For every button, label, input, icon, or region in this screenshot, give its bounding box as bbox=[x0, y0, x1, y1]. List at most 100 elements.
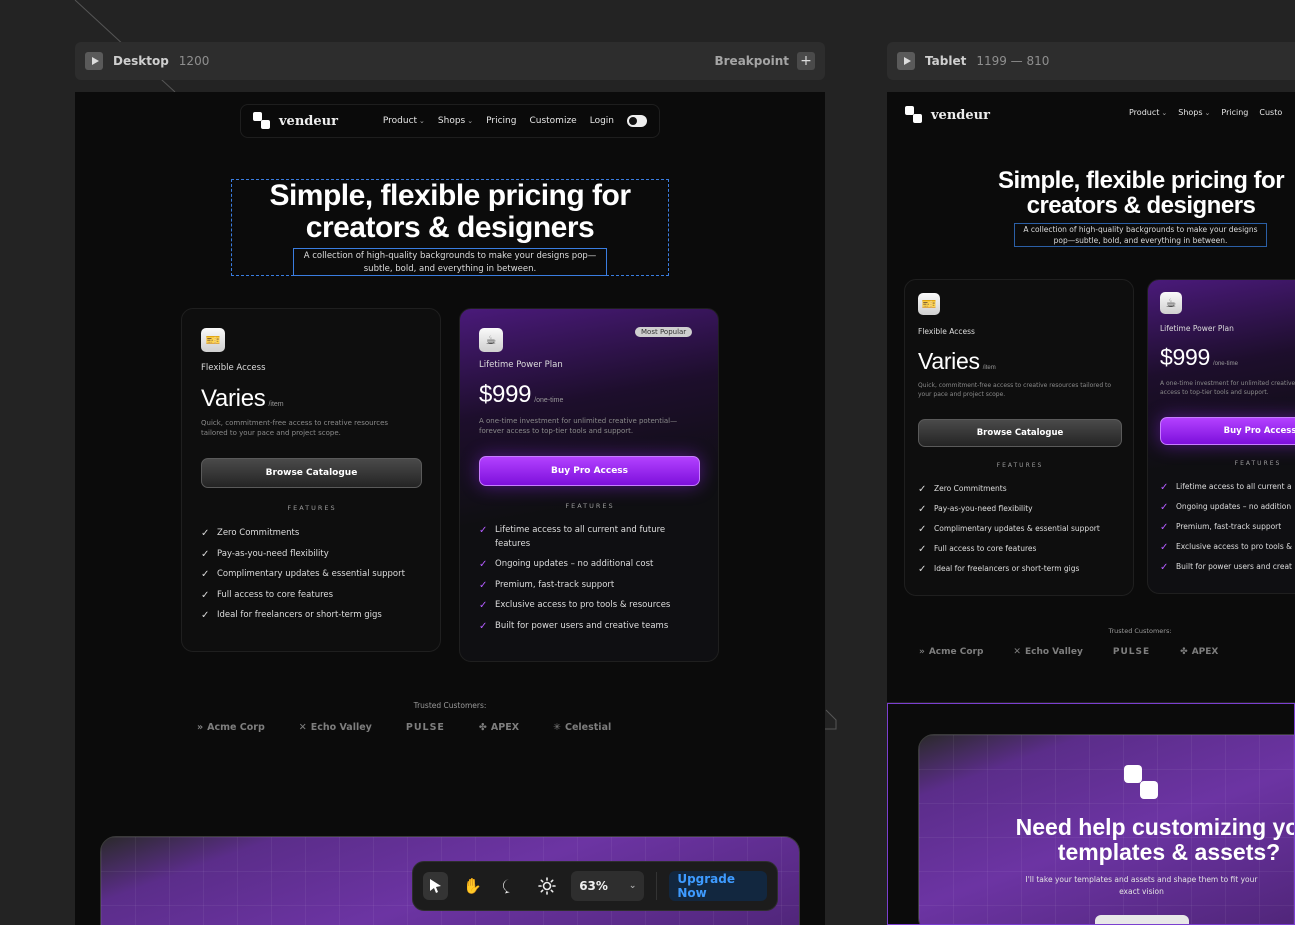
check-icon: ✓ bbox=[1160, 542, 1169, 553]
chevron-down-icon: ⌄ bbox=[1204, 109, 1211, 117]
celestial-icon: ✳ bbox=[553, 722, 561, 733]
hero-subtitle: A collection of high-quality backgrounds… bbox=[293, 248, 607, 276]
hero-subtitle: A collection of high-quality backgrounds… bbox=[1014, 223, 1267, 247]
features-list: ✓ Zero Commitments ✓ Pay-as-you-need flexi… bbox=[201, 527, 431, 630]
list-item: ✓ Pay-as-you-need flexibility bbox=[918, 504, 1033, 515]
nav-login[interactable]: Login bbox=[590, 116, 614, 126]
cta-title: Need help customizing your templates & a… bbox=[1015, 814, 1295, 865]
customer-logos: » Acme Corp ✕ Echo Valley PULSE ✤ APEX bbox=[919, 647, 1218, 657]
logo-echo-valley: ✕ Echo Valley bbox=[1013, 647, 1083, 657]
nav-customize[interactable]: Custo bbox=[1259, 108, 1282, 117]
zoom-select[interactable]: 63% ⌄ bbox=[571, 871, 645, 901]
breakpoint-label: Breakpoint bbox=[714, 54, 789, 68]
chevron-down-icon: ⌄ bbox=[467, 117, 474, 125]
nav-pricing[interactable]: Pricing bbox=[1221, 108, 1248, 117]
logo-apex: ✤ APEX bbox=[1180, 647, 1219, 657]
ticket-icon: 🎫 bbox=[201, 328, 225, 352]
plan-name: Lifetime Power Plan bbox=[1160, 324, 1234, 333]
check-icon: ✓ bbox=[479, 579, 488, 591]
check-icon: ✓ bbox=[479, 620, 488, 632]
apex-icon: ✤ bbox=[1180, 647, 1188, 657]
comment-icon[interactable] bbox=[497, 872, 522, 900]
play-icon[interactable] bbox=[85, 52, 103, 70]
check-icon: ✓ bbox=[479, 525, 488, 536]
check-icon: ✓ bbox=[918, 544, 927, 555]
ticket-icon: 🎫 bbox=[918, 293, 940, 315]
list-item: ✓ Lifetime access to all current a bbox=[1160, 482, 1292, 493]
list-item: ✓ Ongoing updates – no addition bbox=[1160, 502, 1292, 513]
brand-logo[interactable]: vendeur bbox=[253, 112, 338, 130]
logo-apex: ✤ APEX bbox=[478, 722, 520, 733]
check-icon: ✓ bbox=[201, 548, 210, 560]
buy-pro-access-button[interactable]: Buy Pro Access bbox=[479, 456, 700, 486]
coffee-icon: ☕ bbox=[1160, 292, 1182, 314]
browse-catalogue-button[interactable]: Browse Catalogue bbox=[918, 419, 1122, 447]
plan-description: A one-time investment for unlimited crea… bbox=[1160, 380, 1295, 396]
logo-pulse: PULSE bbox=[405, 722, 445, 733]
brand-logo[interactable]: vendeur bbox=[905, 106, 990, 124]
trusted-label: Trusted Customers: bbox=[413, 701, 487, 710]
canvas-toolbar: ✋ 63% ⌄ Upgrade Now bbox=[412, 861, 778, 911]
list-item: ✓ Pay-as-you-need flexibility bbox=[201, 548, 329, 560]
tablet-frame-header[interactable]: Tablet 1199 — 810 bbox=[887, 42, 1295, 80]
nav-product[interactable]: Product ⌄ bbox=[383, 116, 425, 126]
check-icon: ✓ bbox=[918, 524, 927, 535]
browse-catalogue-button[interactable]: Browse Catalogue bbox=[201, 458, 422, 488]
logo-acme: » Acme Corp bbox=[197, 722, 265, 733]
nav-customize[interactable]: Customize bbox=[529, 116, 576, 126]
features-list: ✓ Lifetime access to all current a ✓ Ongoi… bbox=[1160, 481, 1295, 581]
logo-mark-icon bbox=[1124, 765, 1160, 801]
check-icon: ✓ bbox=[201, 589, 210, 601]
nav-pricing[interactable]: Pricing bbox=[486, 116, 516, 126]
hero-title: Simple, flexible pricing for creators & … bbox=[997, 167, 1285, 219]
plan-description: Quick, commitment-free access to creativ… bbox=[201, 419, 389, 437]
nav-shops[interactable]: Shops ⌄ bbox=[1178, 108, 1210, 117]
check-icon: ✓ bbox=[201, 569, 210, 580]
plan-card-lifetime: ☕ Most Popular Lifetime Power Plan $999/… bbox=[459, 308, 719, 662]
buy-pro-access-button[interactable]: Buy Pro Access bbox=[1160, 417, 1295, 445]
list-item: ✓ Full access to core features bbox=[201, 589, 334, 601]
nav-product[interactable]: Product ⌄ bbox=[1129, 108, 1167, 117]
logo-pulse: PULSE bbox=[1112, 647, 1151, 657]
list-item: ✓ Complimentary updates & essential suppo… bbox=[918, 524, 1100, 535]
tablet-canvas: vendeur Product ⌄ Shops ⌄ Pricing Custo Si… bbox=[887, 92, 1295, 702]
list-item: ✓ Ongoing updates – no additional cost bbox=[479, 559, 654, 570]
check-icon: ✓ bbox=[479, 559, 488, 570]
list-item: ✓ Built for power users and creative team… bbox=[479, 620, 669, 632]
check-icon: ✓ bbox=[1160, 522, 1169, 533]
cta-button[interactable] bbox=[1095, 915, 1189, 924]
sun-icon[interactable] bbox=[534, 872, 559, 900]
check-icon: ✓ bbox=[201, 528, 210, 539]
upgrade-now-button[interactable]: Upgrade Now bbox=[669, 871, 767, 901]
site-nav: vendeur Product ⌄ Shops ⌄ Pricing Customiz… bbox=[240, 104, 660, 138]
add-breakpoint-icon[interactable]: + bbox=[797, 52, 815, 70]
nav-shops[interactable]: Shops ⌄ bbox=[438, 116, 473, 126]
plan-price: $999/one-time bbox=[479, 381, 564, 408]
toolbar-divider bbox=[656, 872, 658, 900]
plan-price: $999/one-time bbox=[1160, 344, 1238, 370]
apex-icon: ✤ bbox=[478, 722, 487, 733]
list-item: ✓ Lifetime access to all current and futu… bbox=[479, 525, 666, 549]
echo-icon: ✕ bbox=[298, 722, 307, 733]
frame-size: 1200 bbox=[178, 54, 210, 68]
logo-mark-icon bbox=[905, 106, 923, 124]
frame-name: Desktop bbox=[113, 54, 169, 68]
list-item: ✓ Complimentary updates & essential suppo… bbox=[201, 569, 405, 580]
cta-banner: Need help customizing your templates & a… bbox=[918, 734, 1295, 924]
features-list: ✓ Lifetime access to all current and futu… bbox=[479, 524, 694, 640]
list-item: ✓ Premium, fast-track support bbox=[479, 579, 615, 591]
list-item: ✓ Exclusive access to pro tools & bbox=[1160, 542, 1292, 553]
list-item: ✓ Ideal for freelancers or short-term gig… bbox=[201, 610, 382, 621]
theme-toggle[interactable] bbox=[627, 115, 647, 127]
list-item: ✓ Zero Commitments bbox=[918, 484, 1007, 495]
acme-icon: » bbox=[197, 722, 204, 733]
customer-logos: » Acme Corp ✕ Echo Valley PULSE ✤ APEX ✳ Cel… bbox=[197, 722, 611, 733]
play-icon[interactable] bbox=[897, 52, 915, 70]
plan-name: Flexible Access bbox=[201, 363, 266, 373]
hand-icon[interactable]: ✋ bbox=[460, 872, 485, 900]
cursor-icon[interactable] bbox=[423, 872, 449, 900]
tablet-cta-section: Need help customizing your templates & a… bbox=[887, 703, 1295, 925]
desktop-canvas: vendeur Product ⌄ Shops ⌄ Pricing Customiz… bbox=[75, 92, 825, 925]
plan-description: Quick, commitment-free access to creativ… bbox=[918, 382, 1112, 398]
desktop-frame-header[interactable]: Desktop 1200 Breakpoint + bbox=[75, 42, 825, 80]
